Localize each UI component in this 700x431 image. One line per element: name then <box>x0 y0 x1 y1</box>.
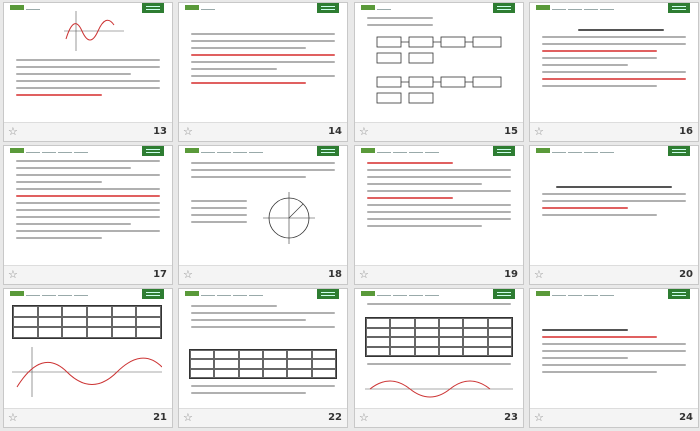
slide-preview <box>530 146 698 265</box>
star-icon[interactable]: ☆ <box>534 268 544 282</box>
slide-header <box>530 146 698 156</box>
slide-footer: ☆ 16 <box>530 122 698 141</box>
slide-number: 23 <box>504 412 518 423</box>
slide-number: 14 <box>328 126 342 137</box>
star-icon[interactable]: ☆ <box>8 125 18 139</box>
slide-number: 21 <box>153 412 167 423</box>
slide-number: 20 <box>679 269 693 280</box>
slide-preview <box>355 289 523 408</box>
star-icon[interactable]: ☆ <box>359 268 369 282</box>
section-badge <box>668 146 690 156</box>
section-badge <box>493 289 515 299</box>
slide-preview <box>355 3 523 122</box>
slide-thumbnail-20[interactable]: ☆ 20 <box>529 145 699 285</box>
slide-thumbnail-22[interactable]: ☆ 22 <box>178 288 348 428</box>
slide-sorter-grid: ☆ 13 ☆ 14 ☆ 15 ☆ 16 ☆ 17 ☆ 18 ☆ 19 ☆ 20 … <box>0 0 700 431</box>
section-badge <box>317 3 339 13</box>
slide-footer: ☆ 15 <box>355 122 523 141</box>
slide-header <box>179 3 347 13</box>
star-icon[interactable]: ☆ <box>8 268 18 282</box>
sine-graph-image <box>64 11 124 51</box>
section-badge <box>142 3 164 13</box>
slide-footer: ☆ 14 <box>179 122 347 141</box>
slide-thumbnail-18[interactable]: ☆ 18 <box>178 145 348 285</box>
slide-header <box>179 146 347 156</box>
slide-footer: ☆ 18 <box>179 265 347 284</box>
slide-header <box>4 146 172 156</box>
flow-diagram <box>376 36 502 104</box>
slide-number: 24 <box>679 412 693 423</box>
slide-preview <box>355 146 523 265</box>
slide-number: 13 <box>153 126 167 137</box>
slide-number: 17 <box>153 269 167 280</box>
slide-thumbnail-23[interactable]: ☆ 23 <box>354 288 524 428</box>
slide-footer: ☆ 13 <box>4 122 172 141</box>
slide-header <box>530 289 698 299</box>
slide-thumbnail-15[interactable]: ☆ 15 <box>354 2 524 142</box>
slide-footer: ☆ 19 <box>355 265 523 284</box>
star-icon[interactable]: ☆ <box>534 125 544 139</box>
slide-preview <box>4 289 172 408</box>
section-badge <box>493 3 515 13</box>
section-badge <box>668 3 690 13</box>
star-icon[interactable]: ☆ <box>183 411 193 425</box>
sine-graph-image <box>365 380 513 398</box>
slide-header <box>355 146 523 156</box>
sine-graph-image <box>12 347 162 397</box>
section-badge <box>317 289 339 299</box>
slide-thumbnail-17[interactable]: ☆ 17 <box>3 145 173 285</box>
slide-number: 22 <box>328 412 342 423</box>
slide-header <box>179 289 347 299</box>
slide-footer: ☆ 23 <box>355 408 523 427</box>
slide-preview <box>530 3 698 122</box>
slide-footer: ☆ 20 <box>530 265 698 284</box>
slide-number: 19 <box>504 269 518 280</box>
slide-header <box>355 3 523 13</box>
value-table <box>12 305 162 339</box>
slide-header <box>4 289 172 299</box>
slide-header <box>355 289 523 299</box>
star-icon[interactable]: ☆ <box>8 411 18 425</box>
star-icon[interactable]: ☆ <box>359 125 369 139</box>
star-icon[interactable]: ☆ <box>183 268 193 282</box>
slide-footer: ☆ 17 <box>4 265 172 284</box>
slide-footer: ☆ 21 <box>4 408 172 427</box>
slide-preview <box>179 146 347 265</box>
section-badge <box>142 146 164 156</box>
section-badge <box>493 146 515 156</box>
section-badge <box>142 289 164 299</box>
slide-number: 18 <box>328 269 342 280</box>
star-icon[interactable]: ☆ <box>183 125 193 139</box>
slide-thumbnail-13[interactable]: ☆ 13 <box>3 2 173 142</box>
slide-thumbnail-14[interactable]: ☆ 14 <box>178 2 348 142</box>
value-table <box>365 317 513 357</box>
slide-number: 15 <box>504 126 518 137</box>
slide-preview <box>179 3 347 122</box>
slide-thumbnail-21[interactable]: ☆ 21 <box>3 288 173 428</box>
star-icon[interactable]: ☆ <box>534 411 544 425</box>
slide-preview <box>4 146 172 265</box>
slide-preview <box>179 289 347 408</box>
value-table <box>189 349 337 379</box>
slide-thumbnail-19[interactable]: ☆ 19 <box>354 145 524 285</box>
section-badge <box>668 289 690 299</box>
star-icon[interactable]: ☆ <box>359 411 369 425</box>
slide-preview <box>530 289 698 408</box>
slide-thumbnail-16[interactable]: ☆ 16 <box>529 2 699 142</box>
unit-circle-image <box>263 192 315 244</box>
slide-preview <box>4 3 172 122</box>
slide-header <box>530 3 698 13</box>
slide-number: 16 <box>679 126 693 137</box>
slide-footer: ☆ 22 <box>179 408 347 427</box>
slide-footer: ☆ 24 <box>530 408 698 427</box>
slide-thumbnail-24[interactable]: ☆ 24 <box>529 288 699 428</box>
section-badge <box>317 146 339 156</box>
